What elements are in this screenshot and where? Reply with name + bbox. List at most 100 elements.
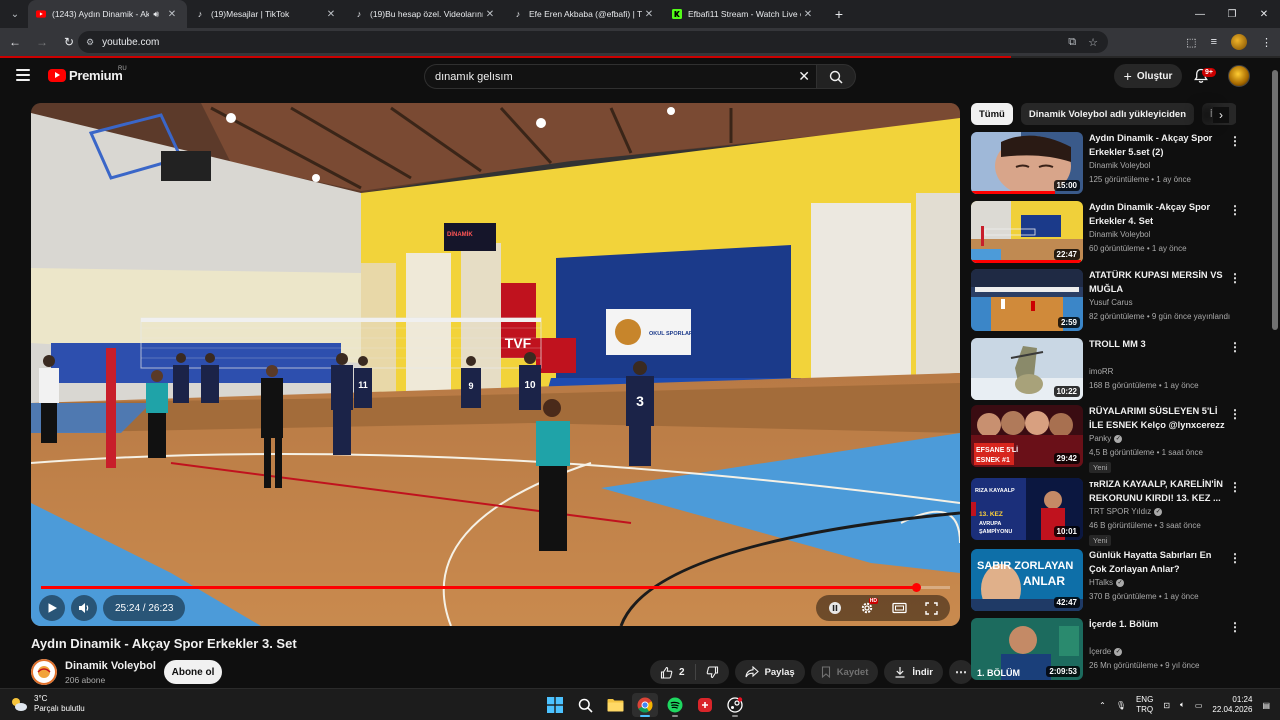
browser-tab-youtube[interactable]: (1243) Aydın Dinamik - Akçay 🔊︎ ✕	[28, 0, 187, 28]
start-button[interactable]	[542, 693, 568, 717]
scrollbar-thumb[interactable]	[1272, 70, 1278, 330]
tray-overflow-icon[interactable]: ⌃	[1099, 701, 1106, 710]
play-button[interactable]	[39, 595, 65, 621]
recommendation-channel[interactable]: imoRR	[1089, 367, 1229, 376]
recommendation-item[interactable]: 15:00 Aydın Dinamik - Akçay Spor Erkekler…	[971, 132, 1261, 196]
chevron-right-icon[interactable]: ›	[1213, 107, 1229, 123]
more-vert-icon[interactable]: ⋮	[1229, 480, 1241, 494]
video-thumbnail[interactable]: EFSANE 5'Lİ ESNEK #1 29:42	[971, 405, 1083, 467]
tab-close-icon[interactable]: ✕	[801, 7, 815, 21]
channel-avatar[interactable]	[31, 659, 57, 685]
video-progress-bar[interactable]	[41, 583, 950, 592]
youtube-logo[interactable]: Premium RU	[48, 66, 127, 83]
spotify-taskbar-button[interactable]	[662, 693, 688, 717]
recommendation-channel[interactable]: Yusuf Carus	[1089, 298, 1229, 307]
close-window-icon[interactable]: ✕	[1248, 0, 1280, 28]
recommendation-item[interactable]: 10:22 TROLL MM 3 imoRR 168 B görüntüleme • …	[971, 338, 1261, 402]
recommendation-title[interactable]: Aydın Dinamik - Akçay Spor Erkekler 5.se…	[1089, 132, 1229, 159]
app-taskbar-button[interactable]	[692, 693, 718, 717]
tab-close-icon[interactable]: ✕	[165, 7, 179, 21]
video-thumbnail[interactable]: SABIR ZORLAYAN ANLAR 42:47	[971, 549, 1083, 611]
save-button[interactable]: Kaydet	[810, 660, 879, 684]
recommendation-item[interactable]: SABIR ZORLAYAN ANLAR 42:47 Günlük Hayatta S…	[971, 549, 1261, 613]
video-thumbnail[interactable]: 2:59	[971, 269, 1083, 331]
more-vert-icon[interactable]: ⋮	[1229, 551, 1241, 565]
more-vert-icon[interactable]: ⋮	[1229, 203, 1241, 217]
channel-name[interactable]: Dinamik Voleybol	[65, 660, 156, 672]
tab-close-icon[interactable]: ✕	[642, 7, 656, 21]
browser-tab-tiktok-profile[interactable]: ♪ Efe Eren Akbaba (@efbafi) | Tik ✕	[505, 0, 664, 28]
recommendation-item[interactable]: 1. BÖLÜM 2:09:53 İçerde 1. Bölüm İçerde ✓ 26 …	[971, 618, 1261, 682]
download-button[interactable]: İndir	[884, 660, 943, 684]
recommendation-channel[interactable]: Panky ✓	[1089, 434, 1229, 443]
tab-search-button[interactable]: ⌄	[4, 3, 26, 25]
taskbar-search-button[interactable]	[572, 693, 598, 717]
chrome-taskbar-button[interactable]	[632, 693, 658, 717]
dislike-button[interactable]	[696, 660, 729, 684]
back-icon[interactable]: ←	[3, 30, 27, 54]
recommendation-channel[interactable]: Dinamik Voleybol	[1089, 230, 1229, 239]
battery-icon[interactable]: ▭	[1195, 701, 1203, 710]
more-vert-icon[interactable]: ⋮	[1229, 271, 1241, 285]
more-vert-icon[interactable]: ⋮	[1229, 134, 1241, 148]
recommendation-channel[interactable]: TRT SPOR Yıldız ✓	[1089, 507, 1229, 516]
share-button[interactable]: Paylaş	[734, 660, 805, 684]
microphone-icon[interactable]: 🎙︎	[1116, 701, 1126, 710]
recommendation-title[interactable]: ATATÜRK KUPASI MERSİN VS MUĞLA	[1089, 269, 1229, 296]
video-thumbnail[interactable]: RIZA KAYAALP 13. KEZ AVRUPA ŞAMPİYONU 10:01	[971, 478, 1083, 540]
theater-mode-button[interactable]	[886, 595, 912, 621]
recommendation-channel[interactable]: İçerde ✓	[1089, 647, 1229, 656]
chip-all[interactable]: Tümü	[971, 103, 1013, 125]
tab-close-icon[interactable]: ✕	[324, 7, 338, 21]
site-info-icon[interactable]: ⚙︎	[86, 37, 94, 48]
recommendation-channel[interactable]: HTalks ✓	[1089, 578, 1229, 587]
recommendation-item[interactable]: 22:47 Aydın Dinamik -Akçay Spor Erkekler …	[971, 201, 1261, 265]
media-control-icon[interactable]: ≡	[1211, 36, 1217, 48]
recommendation-title[interactable]: RÜYALARIMI SÜSLEYEN 5'Lİ İLE ESNEK Kelço…	[1089, 405, 1229, 432]
search-input[interactable]: dınamık gelısım ✕	[424, 64, 816, 89]
recommendation-title[interactable]: İçerde 1. Bölüm	[1089, 618, 1229, 632]
more-vert-icon[interactable]: ⋮	[1229, 340, 1241, 354]
more-vert-icon[interactable]: ⋮	[1229, 620, 1241, 634]
network-icon[interactable]: ⊡	[1163, 701, 1170, 710]
video-thumbnail[interactable]: 22:47	[971, 201, 1083, 263]
video-thumbnail[interactable]: 15:00	[971, 132, 1083, 194]
minimize-icon[interactable]: —	[1184, 0, 1216, 28]
recommendation-title[interactable]: TROLL MM 3	[1089, 338, 1229, 352]
menu-icon[interactable]	[16, 69, 30, 81]
video-player[interactable]: TVF DİNAMİK OKUL SPORLARI 11 9 10 3 25:2…	[31, 103, 960, 626]
recommendation-item[interactable]: RIZA KAYAALP 13. KEZ AVRUPA ŞAMPİYONU 10:01 ᴛ…	[971, 478, 1261, 546]
page-scrollbar[interactable]	[1271, 58, 1279, 688]
steam-taskbar-button[interactable]	[722, 693, 748, 717]
browser-tab-tiktok-private[interactable]: ♪ (19)Bu hesap özel. Videolarını g ✕	[346, 0, 505, 28]
scrubber-handle[interactable]	[911, 583, 921, 592]
clear-search-icon[interactable]: ✕	[798, 68, 810, 85]
extensions-icon[interactable]: ⬚	[1186, 36, 1196, 49]
subscribe-button[interactable]: Abone ol	[164, 660, 222, 684]
recommendation-title[interactable]: ᴛʀRIZA KAYAALP, KARELİN'İN REKORUNU KIRD…	[1089, 478, 1229, 505]
tab-audio-icon[interactable]: 🔊︎	[153, 9, 159, 20]
notification-center-icon[interactable]: ▤	[1262, 701, 1270, 710]
address-bar[interactable]: ⚙︎ youtube.com ⧉ ☆	[78, 31, 1108, 53]
tab-close-icon[interactable]: ✕	[483, 7, 497, 21]
speaker-icon[interactable]: 🔈︎	[1180, 700, 1185, 710]
autoplay-toggle[interactable]	[822, 595, 848, 621]
video-thumbnail[interactable]: 10:22	[971, 338, 1083, 400]
recommendation-title[interactable]: Aydın Dinamik -Akçay Spor Erkekler 4. Se…	[1089, 201, 1229, 228]
file-explorer-button[interactable]	[602, 693, 628, 717]
create-button[interactable]: + Oluştur	[1114, 64, 1182, 88]
restore-icon[interactable]: ❐	[1216, 0, 1248, 28]
recommendation-item[interactable]: EFSANE 5'Lİ ESNEK #1 29:42 RÜYALARIMI SÜSLE…	[971, 405, 1261, 473]
video-thumbnail[interactable]: 1. BÖLÜM 2:09:53	[971, 618, 1083, 680]
settings-button[interactable]: HD	[854, 595, 880, 621]
chrome-menu-icon[interactable]: ⋮	[1261, 36, 1272, 49]
recommendation-title[interactable]: Günlük Hayatta Sabırları En Çok Zorlayan…	[1089, 549, 1229, 576]
recommendation-item[interactable]: 2:59 ATATÜRK KUPASI MERSİN VS MUĞLA Yusuf …	[971, 269, 1261, 333]
chip-from-uploader[interactable]: Dinamik Voleybol adlı yükleyiciden	[1020, 103, 1195, 125]
profile-icon[interactable]	[1231, 34, 1247, 50]
volume-button[interactable]	[71, 595, 97, 621]
clock[interactable]: 01:24 22.04.2026	[1212, 695, 1252, 715]
language-indicator[interactable]: ENG TRQ	[1136, 695, 1153, 715]
browser-tab-kick[interactable]: Efbafi11 Stream - Watch Live o ✕	[664, 0, 823, 28]
new-tab-button[interactable]: +	[827, 2, 851, 26]
